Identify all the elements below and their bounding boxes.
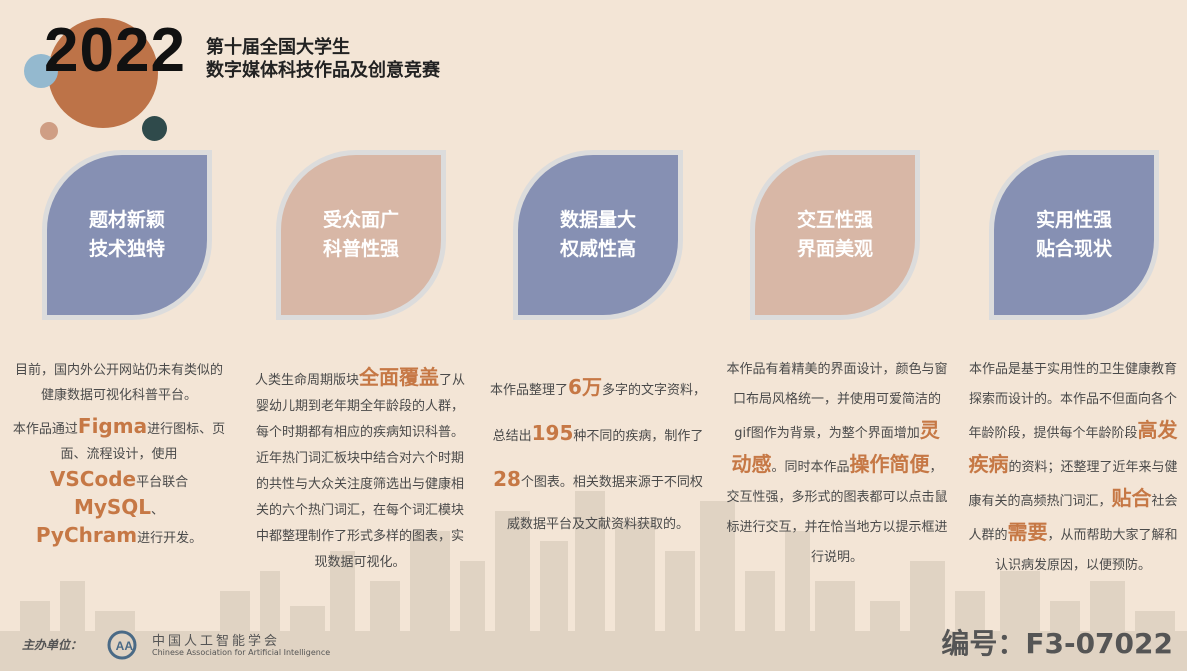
description-2: 人类生命周期版块全面覆盖了从婴幼儿期到老年期全年龄段的人群，每个时期都有相应的疾… [254, 365, 466, 570]
caai-logo: AAI [107, 630, 137, 660]
decorative-circle-dark [142, 116, 167, 141]
decorative-circle-small [40, 122, 58, 140]
highlight-text: 全面覆盖 [359, 365, 439, 389]
feature-card-3: 数据量大 权威性高 [513, 150, 683, 320]
feature-card-label: 交互性强 [796, 209, 873, 231]
caai-logo-text: AAI [116, 639, 137, 653]
feature-card-label: 权威性高 [559, 238, 636, 260]
highlight-text: PyChram [35, 523, 138, 547]
feature-card-4: 交互性强 界面美观 [750, 150, 920, 320]
feature-card-label: 题材新颖 [88, 209, 165, 231]
description-3: 本作品整理了6万多字的文字资料，总结出195种不同的疾病，制作了28个图表。相关… [490, 375, 706, 532]
feature-card-label: 技术独特 [88, 238, 165, 260]
description-5: 本作品是基于实用性的卫生健康教育探索而设计的。本作品不但面向各个年龄阶段，提供每… [968, 362, 1178, 573]
feature-card-label: 贴合现状 [1035, 238, 1112, 260]
highlight-text: 需要 [1007, 520, 1048, 544]
organizer-label: 主办单位： [22, 638, 83, 652]
competition-title: 第十届全国大学生 数字媒体科技作品及创意竞赛 [206, 37, 440, 81]
year-title: 2022 [44, 16, 186, 85]
feature-card-2: 受众面广 科普性强 [276, 150, 446, 320]
organizer-name-cn: 中国人工智能学会 [152, 634, 281, 649]
description-4: 本作品有着精美的界面设计，颜色与窗口布局风格统一，并使用可爱简洁的gif图作为背… [726, 362, 948, 565]
highlight-text: VSCode [49, 467, 137, 491]
highlight-text: 操作简便 [849, 452, 930, 476]
highlight-text: 195 [531, 421, 574, 445]
highlight-text: Figma [77, 414, 148, 438]
feature-card-label: 实用性强 [1035, 209, 1112, 231]
feature-card-label: 数据量大 [559, 209, 636, 231]
feature-card-label: 受众面广 [322, 209, 399, 231]
highlight-text: MySQL [73, 495, 152, 519]
highlight-text: 28 [493, 467, 521, 491]
highlight-text: 贴合 [1111, 486, 1152, 510]
description-1: 目前，国内外公开网站仍未有类似的健康数据可视化科普平台。 本作品通过Figma进… [12, 363, 226, 547]
feature-card-5: 实用性强 贴合现状 [989, 150, 1159, 320]
highlight-text: 6万 [568, 375, 602, 399]
entry-code: 编号：F3-07022 [941, 627, 1173, 660]
feature-card-label: 科普性强 [322, 238, 399, 260]
feature-card-1: 题材新颖 技术独特 [42, 150, 212, 320]
organizer-name-en: Chinese Association for Artificial Intel… [152, 648, 331, 657]
feature-card-label: 界面美观 [796, 238, 873, 260]
